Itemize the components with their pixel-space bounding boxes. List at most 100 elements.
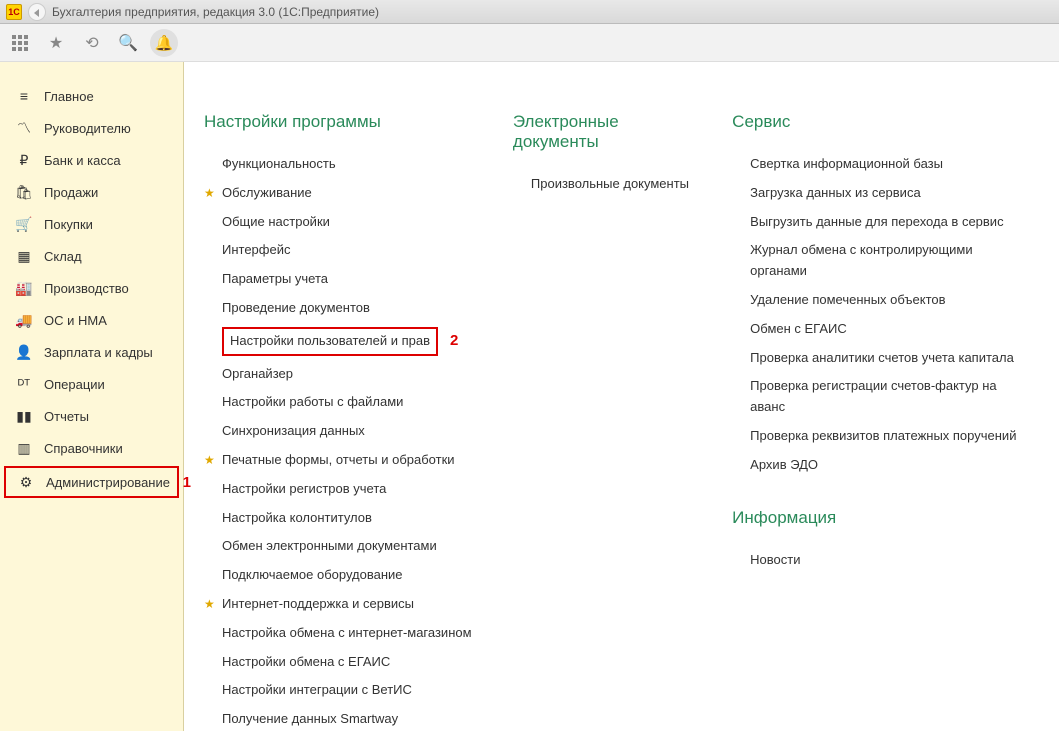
- sidebar-item-label: Администрирование: [46, 475, 170, 490]
- sidebar-item-label: Отчеты: [44, 409, 89, 424]
- sidebar-item-11[interactable]: ▥Справочники: [0, 432, 183, 464]
- sidebar-item-9[interactable]: ᴰᵀОперации: [0, 368, 183, 400]
- link-item[interactable]: Новости: [732, 546, 1019, 575]
- link-item[interactable]: Свертка информационной базы: [732, 150, 1019, 179]
- link-item[interactable]: Произвольные документы: [513, 170, 692, 199]
- link-item[interactable]: Настройки обмена с ЕГАИС: [204, 648, 473, 677]
- sidebar-item-label: Зарплата и кадры: [44, 345, 153, 360]
- link-item[interactable]: Проверка регистрации счетов-фактур на ав…: [732, 372, 1019, 422]
- link-label: Обмен электронными документами: [222, 536, 437, 557]
- link-item[interactable]: Настройка колонтитулов: [204, 504, 473, 533]
- link-item[interactable]: Настройка обмена с интернет-магазином: [204, 619, 473, 648]
- section: СервисСвертка информационной базыЗагрузк…: [732, 112, 1019, 480]
- sidebar-item-0[interactable]: ≡Главное: [0, 80, 183, 112]
- link-item[interactable]: ★Печатные формы, отчеты и обработки: [204, 446, 473, 475]
- cart-icon: 🛍: [14, 184, 34, 200]
- sidebar-item-label: Руководителю: [44, 121, 131, 136]
- link-item[interactable]: Интерфейс: [204, 236, 473, 265]
- link-label: Свертка информационной базы: [750, 154, 943, 175]
- link-label: Проверка реквизитов платежных поручений: [750, 426, 1016, 447]
- link-item[interactable]: Настройки интеграции с ВетИС: [204, 676, 473, 705]
- sidebar-item-label: ОС и НМА: [44, 313, 107, 328]
- book-icon: ▥: [14, 440, 34, 456]
- link-label: Настройка обмена с интернет-магазином: [222, 623, 472, 644]
- link-label: Параметры учета: [222, 269, 328, 290]
- link-item[interactable]: Подключаемое оборудование: [204, 561, 473, 590]
- link-item[interactable]: Настройки работы с файлами: [204, 388, 473, 417]
- link-item[interactable]: Выгрузить данные для перехода в сервис: [732, 208, 1019, 237]
- factory-icon: 🏭: [14, 280, 34, 296]
- link-item[interactable]: ★Обслуживание: [204, 179, 473, 208]
- link-label: Функциональность: [222, 154, 336, 175]
- app-logo-icon: 1C: [6, 4, 22, 20]
- sidebar-item-4[interactable]: 🛒 Покупки: [0, 208, 183, 240]
- titlebar: 1C Бухгалтерия предприятия, редакция 3.0…: [0, 0, 1059, 24]
- sidebar-item-label: Покупки: [44, 217, 93, 232]
- column-1: Электронные документыПроизвольные докуме…: [513, 112, 692, 227]
- section-title: Информация: [732, 508, 1019, 528]
- favorite-icon[interactable]: ★: [42, 29, 70, 57]
- sidebar-item-6[interactable]: 🏭 Производство: [0, 272, 183, 304]
- sidebar-item-8[interactable]: 👤 Зарплата и кадры: [0, 336, 183, 368]
- sidebar-item-2[interactable]: ₽Банк и касса: [0, 144, 183, 176]
- link-item[interactable]: ★Интернет-поддержка и сервисы: [204, 590, 473, 619]
- link-item[interactable]: Синхронизация данных: [204, 417, 473, 446]
- link-label: Произвольные документы: [531, 174, 689, 195]
- sidebar-item-label: Банк и касса: [44, 153, 121, 168]
- content: Настройки программыФункциональность★Обсл…: [184, 62, 1059, 731]
- warehouse-icon: ▦: [14, 248, 34, 264]
- basket-icon: 🛒: [14, 216, 34, 232]
- link-item[interactable]: Загрузка данных из сервиса: [732, 179, 1019, 208]
- annotation-2: 2: [450, 329, 458, 353]
- link-item[interactable]: Проверка аналитики счетов учета капитала: [732, 344, 1019, 373]
- link-item[interactable]: Проверка реквизитов платежных поручений: [732, 422, 1019, 451]
- search-icon[interactable]: 🔍: [114, 29, 142, 57]
- trend-icon: 〽: [14, 120, 34, 136]
- link-label: Журнал обмена с контролирующими органами: [750, 240, 1019, 282]
- link-item[interactable]: Функциональность: [204, 150, 473, 179]
- main-area: ≡Главное 〽 Руководителю ₽Банк и касса 🛍 Прода…: [0, 62, 1059, 731]
- person-icon: 👤: [14, 344, 34, 360]
- sidebar-item-1[interactable]: 〽 Руководителю: [0, 112, 183, 144]
- link-item[interactable]: Архив ЭДО: [732, 451, 1019, 480]
- link-label: Удаление помеченных объектов: [750, 290, 945, 311]
- link-item[interactable]: Проведение документов: [204, 294, 473, 323]
- gear-icon: ⚙: [16, 474, 36, 490]
- link-label: Печатные формы, отчеты и обработки: [222, 450, 455, 471]
- sidebar-item-5[interactable]: ▦Склад: [0, 240, 183, 272]
- link-item[interactable]: Удаление помеченных объектов: [732, 286, 1019, 315]
- sidebar-item-7[interactable]: 🚚ОС и НМА: [0, 304, 183, 336]
- link-label: Подключаемое оборудование: [222, 565, 403, 586]
- link-label: Получение данных Smartway: [222, 709, 398, 730]
- bell-icon[interactable]: 🔔: [150, 29, 178, 57]
- sidebar-item-12[interactable]: ⚙Администрирование1: [4, 466, 179, 498]
- link-label: Проведение документов: [222, 298, 370, 319]
- link-label: Настройки работы с файлами: [222, 392, 403, 413]
- link-label: Обслуживание: [222, 183, 312, 204]
- sidebar-item-label: Производство: [44, 281, 129, 296]
- back-button[interactable]: [28, 3, 46, 21]
- link-item[interactable]: Журнал обмена с контролирующими органами: [732, 236, 1019, 286]
- toolbar: ★ ⟲ 🔍 🔔: [0, 24, 1059, 62]
- link-item[interactable]: Обмен с ЕГАИС: [732, 315, 1019, 344]
- link-label: Общие настройки: [222, 212, 330, 233]
- link-item[interactable]: Органайзер: [204, 360, 473, 389]
- link-label: Проверка аналитики счетов учета капитала: [750, 348, 1014, 369]
- window-title: Бухгалтерия предприятия, редакция 3.0 (1…: [52, 5, 379, 19]
- link-item[interactable]: Обмен электронными документами: [204, 532, 473, 561]
- link-item[interactable]: Настройки пользователей и прав2: [204, 323, 473, 360]
- sidebar-item-10[interactable]: ▮▮Отчеты: [0, 400, 183, 432]
- link-item[interactable]: Общие настройки: [204, 208, 473, 237]
- column-2: СервисСвертка информационной базыЗагрузк…: [732, 112, 1019, 602]
- column-0: Настройки программыФункциональность★Обсл…: [204, 112, 473, 731]
- link-item[interactable]: Получение данных Smartway: [204, 705, 473, 731]
- sidebar-item-label: Продажи: [44, 185, 98, 200]
- link-label: Настройки интеграции с ВетИС: [222, 680, 412, 701]
- sidebar-item-3[interactable]: 🛍 Продажи: [0, 176, 183, 208]
- apps-icon[interactable]: [6, 29, 34, 57]
- section: Настройки программыФункциональность★Обсл…: [204, 112, 473, 731]
- link-item[interactable]: Настройки регистров учета: [204, 475, 473, 504]
- star-icon: ★: [204, 595, 215, 614]
- link-item[interactable]: Параметры учета: [204, 265, 473, 294]
- history-icon[interactable]: ⟲: [78, 29, 106, 57]
